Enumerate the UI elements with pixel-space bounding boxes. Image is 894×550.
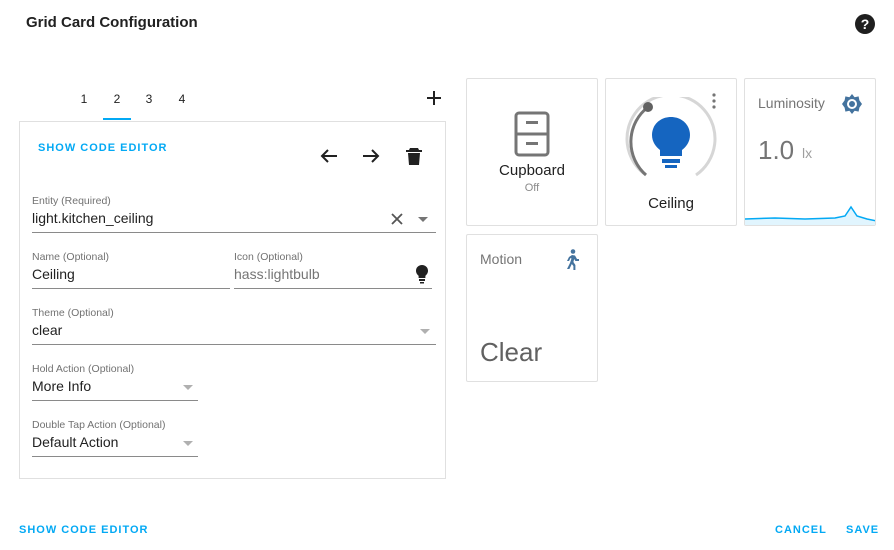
brightness-icon [842, 94, 862, 114]
walk-icon [567, 249, 579, 270]
name-field[interactable]: Name (Optional) Ceiling [32, 251, 230, 291]
name-value[interactable]: Ceiling [32, 266, 75, 282]
cancel-button[interactable]: CANCEL [775, 524, 827, 536]
ceiling-name: Ceiling [648, 195, 694, 212]
luminosity-unit: lx [802, 145, 813, 161]
theme-value[interactable]: clear [32, 322, 62, 338]
entity-label: Entity (Required) [32, 195, 111, 207]
motion-state: Clear [480, 337, 543, 367]
entity-underline [32, 232, 436, 233]
motion-card[interactable]: Motion Clear [466, 234, 598, 382]
ceiling-light-card[interactable]: Ceiling [605, 78, 737, 226]
hold-action-label: Hold Action (Optional) [32, 363, 135, 375]
lightbulb-icon [416, 265, 428, 284]
tab-1[interactable]: 1 [70, 86, 98, 120]
add-card-icon[interactable] [422, 86, 446, 110]
chevron-down-icon[interactable] [420, 329, 430, 334]
tab-3[interactable]: 3 [135, 86, 163, 120]
theme-field[interactable]: Theme (Optional) clear [32, 307, 436, 347]
icon-label: Icon (Optional) [234, 251, 303, 263]
theme-underline [32, 344, 436, 345]
icon-field[interactable]: Icon (Optional) hass:lightbulb [234, 251, 432, 291]
chevron-down-icon[interactable] [183, 441, 193, 446]
theme-label: Theme (Optional) [32, 307, 114, 319]
save-button[interactable]: SAVE [846, 524, 879, 536]
double-tap-action-label: Double Tap Action (Optional) [32, 419, 166, 431]
luminosity-value: 1.0 [758, 135, 795, 165]
cupboard-name: Cupboard [499, 162, 565, 179]
motion-name: Motion [480, 251, 523, 267]
entity-value[interactable]: light.kitchen_ceiling [32, 210, 153, 226]
show-code-editor-button[interactable]: SHOW CODE EDITOR [38, 142, 167, 154]
name-label: Name (Optional) [32, 251, 110, 263]
cupboard-state: Off [524, 182, 540, 194]
icon-placeholder[interactable]: hass:lightbulb [234, 266, 320, 282]
chevron-down-icon[interactable] [418, 217, 428, 222]
hold-action-field[interactable]: Hold Action (Optional) More Info [32, 363, 198, 403]
entity-field[interactable]: Entity (Required) light.kitchen_ceiling [32, 195, 436, 235]
footer-show-code-editor-button[interactable]: SHOW CODE EDITOR [19, 524, 148, 536]
hold-action-underline [32, 400, 198, 401]
delete-icon[interactable] [402, 144, 426, 168]
double-tap-action-field[interactable]: Double Tap Action (Optional) Default Act… [32, 419, 198, 459]
more-vert-icon[interactable] [711, 93, 717, 109]
arrow-left-icon[interactable] [317, 144, 341, 168]
clear-icon[interactable] [390, 212, 404, 226]
luminosity-name: Luminosity [758, 95, 825, 111]
hold-action-value[interactable]: More Info [32, 378, 91, 394]
dialog-title: Grid Card Configuration [26, 14, 198, 31]
name-underline [32, 288, 230, 289]
card-tabs: 1 2 3 4 [20, 86, 448, 122]
tab-2[interactable]: 2 [103, 86, 131, 120]
cabinet-icon [514, 111, 550, 157]
luminosity-sparkline [745, 205, 875, 225]
double-tap-action-underline [32, 456, 198, 457]
luminosity-card[interactable]: Luminosity 1.0 lx [744, 78, 876, 226]
card-editor-panel: SHOW CODE EDITOR Entity (Required) light… [19, 121, 446, 479]
chevron-down-icon[interactable] [183, 385, 193, 390]
tab-4[interactable]: 4 [168, 86, 196, 120]
help-icon[interactable]: ? [855, 14, 875, 34]
double-tap-action-value[interactable]: Default Action [32, 434, 118, 450]
cupboard-card[interactable]: Cupboard Off [466, 78, 598, 226]
brightness-slider[interactable] [624, 97, 718, 191]
icon-underline [234, 288, 432, 289]
arrow-right-icon[interactable] [359, 144, 383, 168]
